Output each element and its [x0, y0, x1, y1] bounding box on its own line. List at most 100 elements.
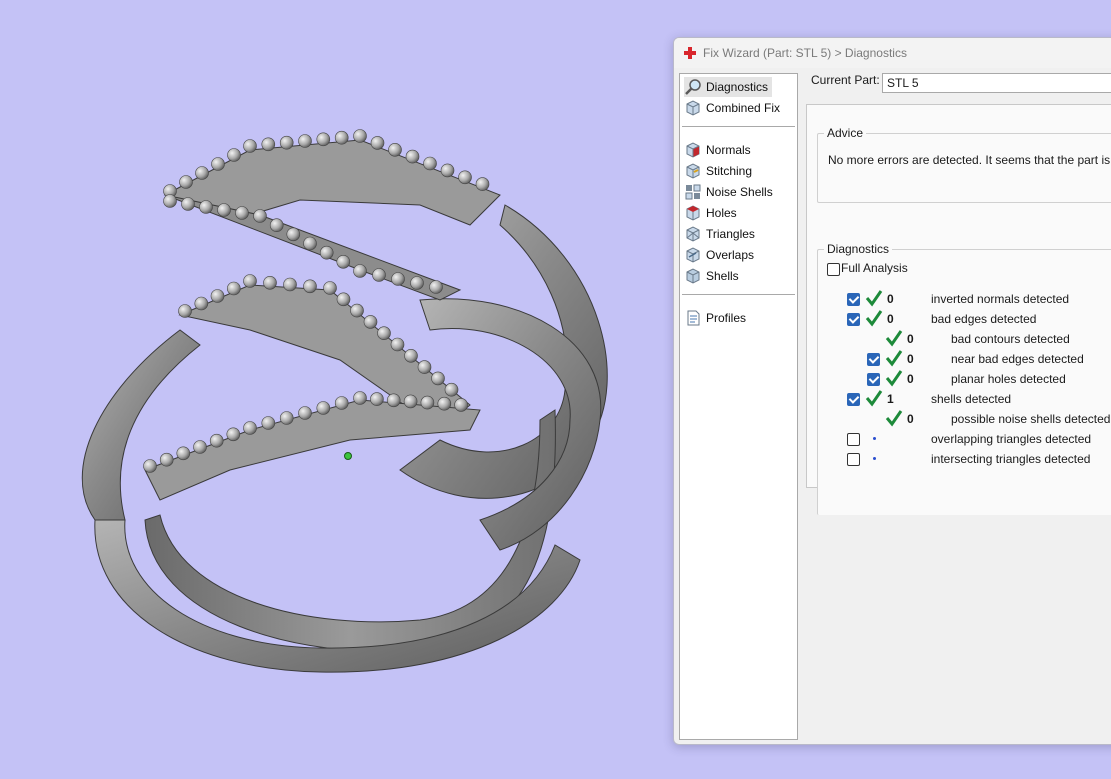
3d-viewport[interactable] [0, 0, 680, 776]
diagnostic-label: near bad edges detected [951, 352, 1084, 366]
prong-ball [423, 156, 437, 171]
prong-ball [440, 163, 455, 178]
prong-ball [193, 440, 207, 454]
diagnostic-label: possible noise shells detected [951, 412, 1111, 426]
prong-ball [388, 143, 402, 157]
nav-item-profiles[interactable]: Profiles [684, 308, 750, 328]
diagnostic-checkbox[interactable] [847, 433, 860, 446]
prong-ball [243, 139, 257, 153]
diagnostic-label: inverted normals detected [931, 292, 1070, 306]
nav-item-triangles[interactable]: Triangles [684, 224, 759, 244]
prong-ball [279, 411, 294, 425]
prong-ball [353, 129, 367, 143]
fix-wizard-window: Fix Wizard (Part: STL 5) > Diagnostics D… [673, 37, 1111, 745]
prong-ball [336, 254, 351, 269]
nav-item-label: Stitching [706, 164, 753, 178]
nav-item-shells[interactable]: Shells [684, 266, 743, 286]
full-analysis-checkbox[interactable] [827, 263, 840, 276]
prong-ball [279, 135, 294, 150]
prong-ball [263, 275, 277, 290]
diagnostic-checkbox[interactable] [867, 373, 880, 386]
prong-ball [316, 132, 331, 147]
document-icon [687, 310, 700, 326]
diagnostic-checkbox[interactable] [847, 453, 860, 466]
prong-ball [298, 134, 312, 148]
prong-ball [417, 360, 432, 374]
nav-item-stitching[interactable]: Stitching [684, 161, 756, 181]
diagnostic-count: 0 [907, 332, 914, 346]
diagnostic-count: 0 [907, 352, 914, 366]
diagnostic-count: 0 [907, 372, 914, 386]
prong-ball [210, 289, 225, 303]
prong-ball [391, 272, 405, 286]
prong-ball [176, 446, 191, 461]
prong-ball [286, 227, 301, 242]
prong-ball [179, 175, 193, 189]
diagnostics-panel: Advice No more errors are detected. It s… [806, 104, 1111, 515]
diagnostic-row: 1 shells detected [807, 389, 1111, 409]
prong-ball [283, 277, 297, 292]
check-mark-icon [865, 290, 883, 307]
prong-ball [437, 396, 452, 411]
advice-group: Advice No more errors are detected. It s… [817, 126, 1111, 203]
prong-ball [475, 177, 490, 191]
nav-divider [682, 126, 795, 127]
nav-item-normals[interactable]: Normals [684, 140, 755, 160]
prong-ball [431, 371, 445, 386]
prong-ball [429, 280, 443, 294]
prong-ball [454, 398, 468, 412]
diagnostic-checkbox[interactable] [867, 353, 880, 366]
diagnostic-row: 0 inverted normals detected [807, 289, 1111, 309]
nav-item-label: Profiles [706, 311, 747, 325]
prong-ball [370, 136, 385, 150]
nav-item-label: Combined Fix [706, 101, 781, 115]
prong-ball [298, 406, 312, 420]
prong-ball [303, 279, 317, 294]
advice-text: No more errors are detected. It seems th… [828, 153, 1111, 167]
current-part-field[interactable]: STL 5 [882, 73, 1111, 93]
diagnostic-label: intersecting triangles detected [931, 452, 1091, 466]
window-title: Fix Wizard (Part: STL 5) > Diagnostics [703, 46, 907, 60]
diagnostic-label: bad edges detected [931, 312, 1037, 326]
prong-ball [350, 303, 364, 318]
cube-icon [686, 100, 700, 116]
stitching-cube-icon [686, 163, 700, 179]
nav-item-holes[interactable]: Holes [684, 203, 741, 223]
pending-dot-icon [873, 457, 876, 460]
diagnostic-row: overlapping triangles detected [807, 429, 1111, 449]
check-mark-icon [865, 390, 883, 407]
prong-ball [143, 459, 157, 473]
prong-ball [227, 281, 241, 296]
full-analysis-label: Full Analysis [841, 261, 908, 275]
prong-ball [211, 157, 225, 171]
nav-item-overlaps[interactable]: Overlaps [684, 245, 758, 265]
nav-item-label: Diagnostics [706, 80, 769, 94]
prong-ball [243, 421, 257, 435]
current-part-label: Current Part: [811, 73, 880, 87]
prong-ball [243, 274, 257, 288]
diagnostic-checkbox[interactable] [847, 293, 860, 306]
prong-ball [405, 149, 420, 164]
nav-item-noise-shells[interactable]: Noise Shells [684, 182, 777, 202]
prong-ball [226, 427, 241, 442]
nav-item-diagnostics[interactable]: Diagnostics [684, 77, 773, 97]
diagnostic-checkbox[interactable] [847, 393, 860, 406]
prong-ball [199, 200, 213, 214]
diagnostic-row: intersecting triangles detected [807, 449, 1111, 469]
diagnostic-row: 0 bad contours detected [807, 329, 1111, 349]
holes-cube-icon [686, 205, 700, 221]
normals-cube-icon [686, 142, 700, 158]
diagnostic-checkbox[interactable] [847, 313, 860, 326]
check-mark-icon [885, 330, 903, 347]
nav-item-label: Shells [706, 269, 739, 283]
prong-ball [372, 268, 386, 282]
prong-ball [159, 452, 174, 467]
title-bar[interactable]: Fix Wizard (Part: STL 5) > Diagnostics [674, 38, 1111, 68]
check-mark-icon [885, 410, 903, 427]
diagnostic-count: 0 [907, 412, 914, 426]
prong-ball [353, 264, 367, 278]
nav-item-combined-fix[interactable]: Combined Fix [684, 98, 784, 118]
diagnostic-row: 0 near bad edges detected [807, 349, 1111, 369]
prong-ball [209, 433, 224, 448]
prong-ball [334, 130, 349, 145]
